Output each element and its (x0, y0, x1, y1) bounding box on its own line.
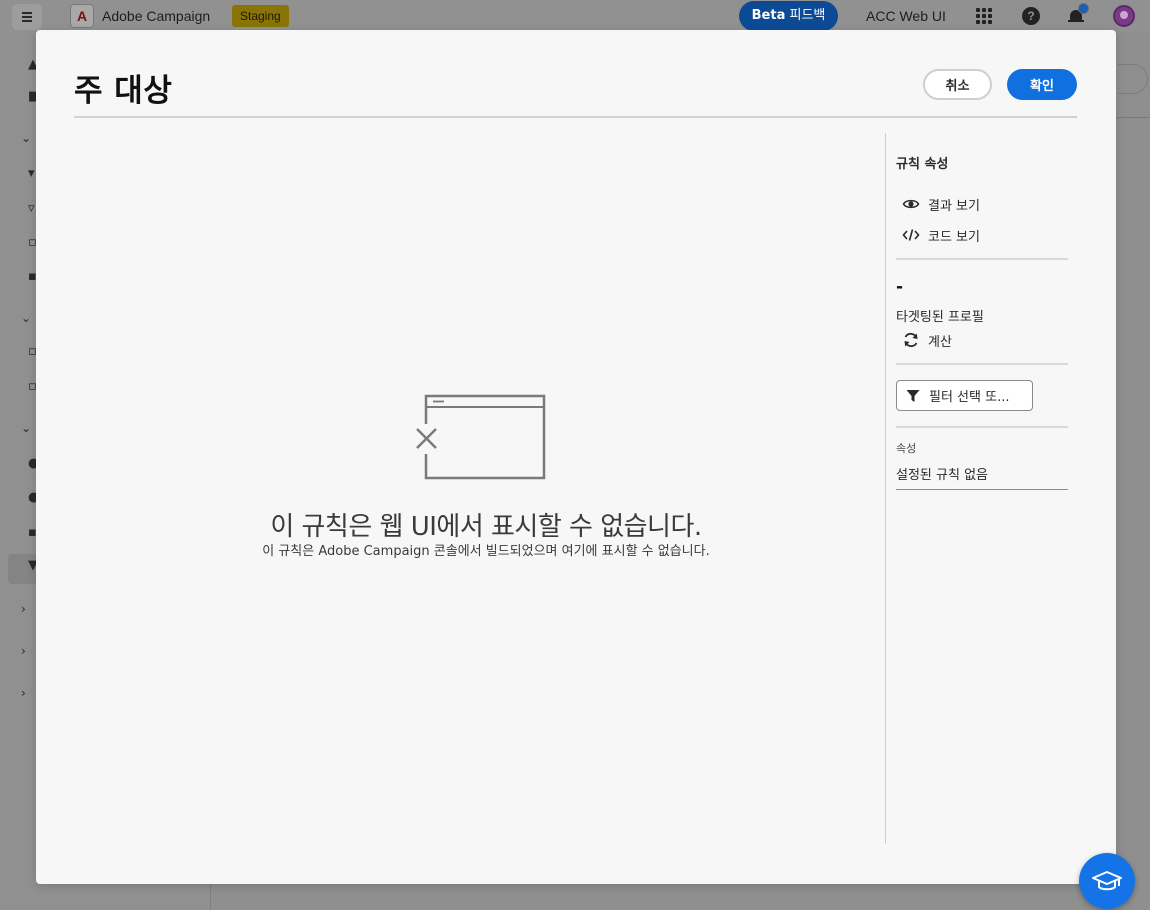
eye-icon (902, 199, 920, 209)
rule-editor-dialog: 주 대상 취소 확인 이 규칙은 웹 UI에서 표시할 수 없습니다. 이 규칙… (36, 30, 1116, 884)
funnel-icon (906, 389, 920, 402)
targeted-profiles-label: 타겟팅된 프로필 (896, 310, 984, 325)
cancel-button[interactable]: 취소 (923, 69, 992, 100)
adobe-logo: A (70, 4, 94, 28)
refresh-icon (904, 332, 918, 348)
rule-properties-title: 규칙 속성 (896, 157, 949, 172)
attributes-label: 속성 (896, 442, 917, 455)
targeted-count: - (896, 277, 904, 297)
filter-select-button[interactable]: 필터 선택 또... (896, 380, 1033, 411)
dialog-title: 주 대상 (74, 73, 173, 109)
beta-label: 피드백 (789, 8, 826, 23)
attributes-underline (896, 489, 1068, 490)
top-bar: A Adobe Campaign Staging Beta 피드백 ACC We… (0, 0, 1150, 33)
app-name[interactable]: Adobe Campaign (102, 8, 210, 24)
avatar[interactable] (1113, 5, 1135, 27)
chevron-down-icon[interactable]: ⌄ (21, 131, 31, 145)
graduation-cap-icon (1092, 871, 1122, 891)
delivery-icon[interactable]: ▿ (28, 201, 35, 216)
empty-state-description: 이 규칙은 Adobe Campaign 콘솔에서 빌드되었으며 여기에 표시할… (262, 544, 710, 559)
chevron-down-icon[interactable]: ⌄ (21, 311, 31, 325)
notification-badge (1078, 3, 1089, 14)
attributes-value: 설정된 규칙 없음 (896, 468, 988, 483)
panel-divider (885, 133, 886, 844)
chevron-right-icon[interactable]: › (21, 602, 26, 616)
chevron-down-icon[interactable]: ⌄ (21, 421, 31, 435)
section-divider (896, 426, 1068, 428)
view-code-link[interactable]: 코드 보기 (902, 224, 980, 246)
confirm-button[interactable]: 확인 (1007, 69, 1077, 100)
learn-button[interactable] (1079, 853, 1135, 909)
compute-label: 계산 (928, 334, 952, 350)
code-icon (902, 229, 920, 241)
compute-button[interactable]: 계산 (902, 329, 952, 351)
view-code-label: 코드 보기 (928, 229, 980, 245)
view-results-label: 결과 보기 (928, 198, 980, 214)
help-icon[interactable]: ? (1022, 7, 1040, 25)
hamburger-icon[interactable] (12, 4, 42, 30)
beta-feedback-button[interactable]: Beta 피드백 (739, 1, 838, 31)
app-grid-icon[interactable] (976, 8, 992, 24)
background-divider (1116, 117, 1150, 118)
chevron-right-icon[interactable]: › (21, 686, 26, 700)
campaign-icon[interactable]: ▾ (28, 166, 35, 181)
environment-badge: Staging (232, 5, 289, 27)
broken-window-icon (412, 394, 546, 480)
beta-prefix: Beta (751, 8, 786, 23)
empty-state-title: 이 규칙은 웹 UI에서 표시할 수 없습니다. (270, 512, 702, 542)
section-divider (896, 363, 1068, 365)
filter-select-label: 필터 선택 또... (929, 390, 1010, 405)
background-search (1118, 64, 1148, 94)
workspace-name[interactable]: ACC Web UI (866, 8, 946, 24)
section-divider (896, 258, 1068, 260)
chevron-right-icon[interactable]: › (21, 644, 26, 658)
view-results-link[interactable]: 결과 보기 (902, 193, 980, 215)
header-divider (74, 116, 1077, 118)
